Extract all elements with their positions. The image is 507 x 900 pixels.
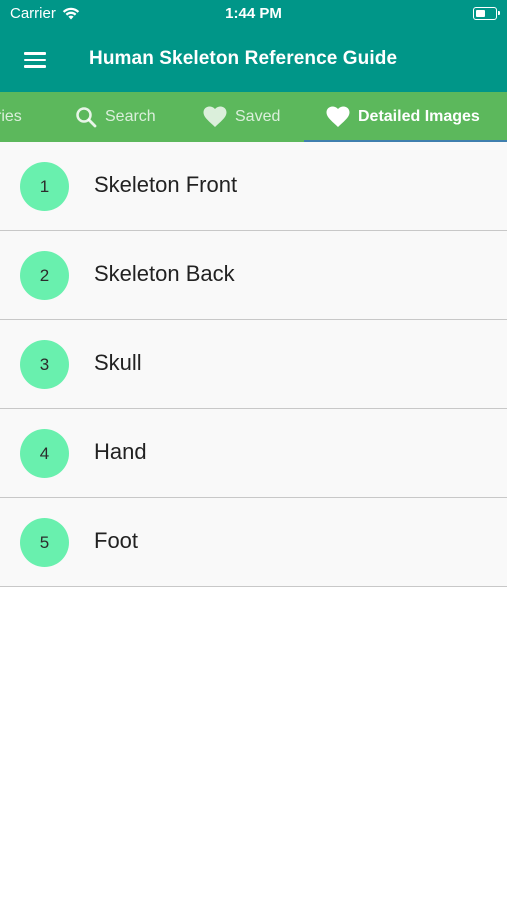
app-bar: Human Skeleton Reference Guide [0,28,507,92]
number-badge: 5 [20,518,69,567]
list-item-label: Skeleton Back [94,261,235,286]
tab-search[interactable]: Search [75,92,156,142]
list-item[interactable]: 1 Skeleton Front [0,142,507,231]
menu-button[interactable] [24,52,46,68]
tab-search-label: Search [105,108,156,125]
search-icon [76,107,97,128]
tab-saved-label: Saved [235,108,281,125]
status-bar: Carrier 1:44 PM [0,0,507,28]
status-time: 1:44 PM [225,5,282,22]
number-badge: 1 [20,162,69,211]
list-item[interactable]: 5 Foot [0,498,507,587]
list-item-label: Foot [94,528,139,553]
list-item-label: Hand [94,439,147,464]
tab-detailed-images-label: Detailed Images [358,108,480,125]
menu-icon-line [24,52,46,55]
list-item[interactable]: 3 Skull [0,320,507,409]
list-item-label: Skeleton Front [94,172,238,197]
list-item[interactable]: 4 Hand [0,409,507,498]
tab-bar: ries Search Saved Detailed Images [0,92,507,142]
list-item-label: Skull [94,350,142,375]
tab-categories-label: ries [0,108,22,125]
tab-saved[interactable]: Saved [203,92,280,142]
number-badge: 3 [20,340,69,389]
tab-categories[interactable]: ries [0,92,22,142]
menu-icon-line [24,58,46,61]
detailed-images-list: 1 Skeleton Front 2 Skeleton Back 3 Skull… [0,142,507,587]
number-badge: 4 [20,429,69,478]
app-title: Human Skeleton Reference Guide [89,48,398,69]
menu-icon-line [24,65,46,68]
battery-icon [473,7,500,20]
list-item[interactable]: 2 Skeleton Back [0,231,507,320]
heart-icon [203,106,227,127]
heart-icon [326,106,350,127]
number-badge: 2 [20,251,69,300]
tab-detailed-images[interactable]: Detailed Images [326,92,480,142]
